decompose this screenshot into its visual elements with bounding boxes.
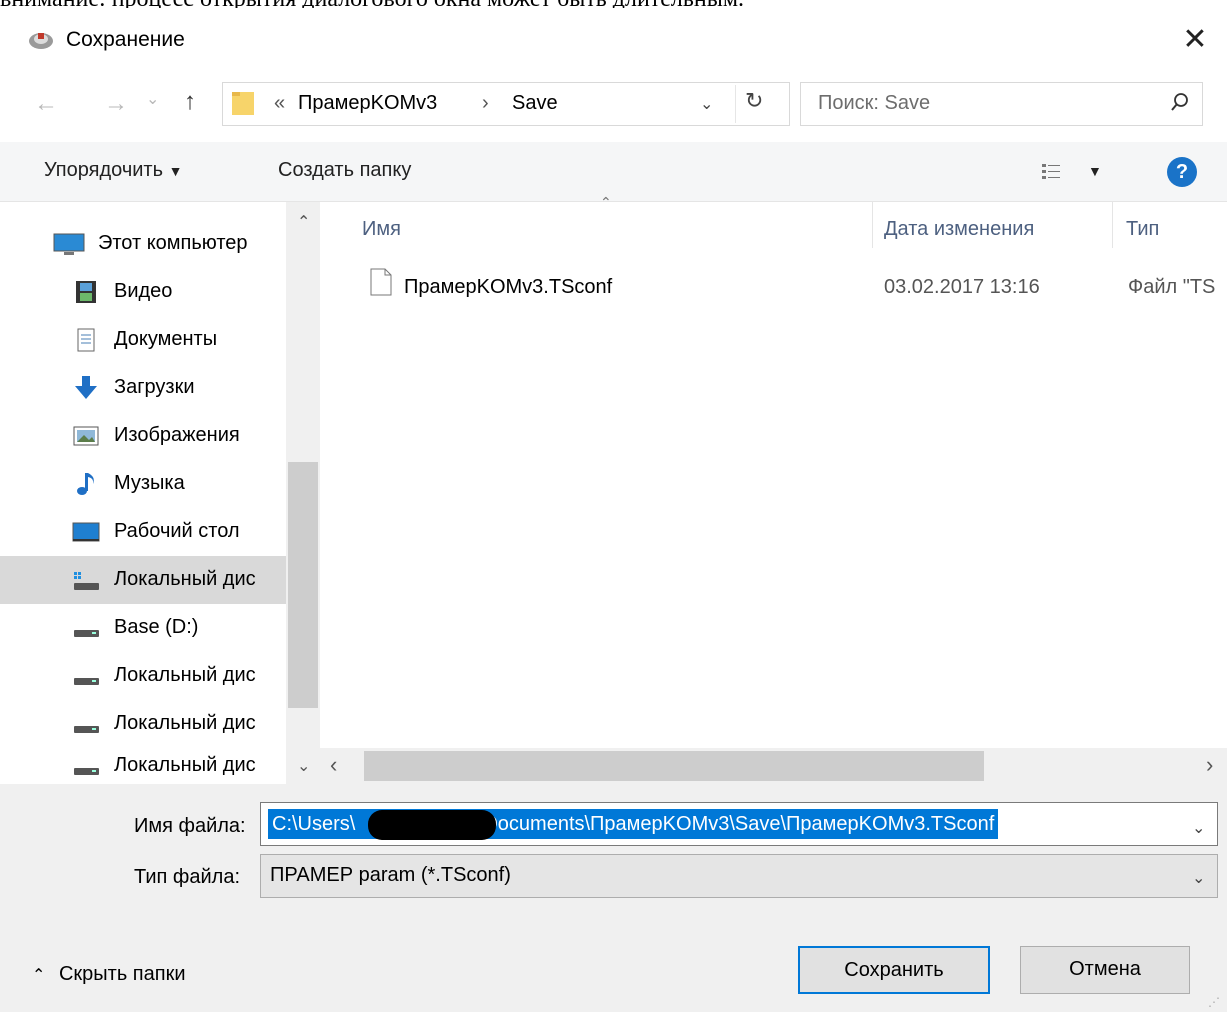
address-divider [735,85,736,123]
music-icon [77,473,94,495]
sidebar-item-base-d[interactable]: Base (D:) [0,606,286,650]
sidebar-item-pictures[interactable]: Изображения [0,414,286,458]
save-button[interactable]: Сохранить [798,946,990,994]
view-options-icon[interactable] [1040,162,1064,184]
drive-icon [74,726,99,733]
sidebar-item-label: Base (D:) [114,616,199,638]
column-divider[interactable] [1112,202,1113,248]
column-header-date[interactable]: Дата изменения [884,218,1034,241]
filename-label: Имя файла: [134,815,246,837]
sidebar-item-this-pc[interactable]: Этот компьютер [0,222,286,266]
video-icon [76,281,96,303]
back-arrow-icon[interactable]: ← [34,92,58,116]
system-drive-icon [74,572,99,590]
file-name[interactable]: ПрамерKOMv3.TSconf [404,276,612,299]
desktop-icon [72,522,100,542]
hide-folders-button[interactable]: ⌃ Скрыть папки [32,963,186,986]
address-dropdown-icon[interactable]: ⌄ [700,94,713,114]
sidebar-item-label: Локальный дис [114,754,256,776]
sort-indicator-icon: ⌃ [600,194,612,210]
up-arrow-icon[interactable]: ↑ [184,90,196,114]
refresh-icon[interactable]: ↻ [745,88,763,114]
file-type: Файл "TS [1128,276,1216,298]
filename-value-start: C:\Users\ [272,813,356,835]
column-divider[interactable] [872,202,873,248]
sidebar-item-label: Загрузки [114,376,195,398]
organize-button[interactable]: Упорядочить ▼ [44,159,182,182]
file-date: 03.02.2017 13:16 [884,276,1040,298]
drive-icon [74,768,99,775]
organize-label: Упорядочить [44,159,164,181]
hide-folders-label: Скрыть папки [58,963,186,985]
computer-icon [53,233,85,255]
sidebar-scroll-down-icon[interactable]: ⌄ [297,756,310,776]
search-icon[interactable] [1170,92,1190,112]
sidebar-item-music[interactable]: Музыка [0,462,286,506]
sidebar-item-label: Этот компьютер [98,232,248,254]
sidebar-item-label: Рабочий стол [114,520,240,542]
filename-dropdown-icon[interactable]: ⌄ [1192,818,1205,838]
sidebar-item-video[interactable]: Видео [0,270,286,314]
column-header-type[interactable]: Тип [1126,218,1159,241]
chevron-up-icon: ⌃ [32,967,46,984]
breadcrumb-separator[interactable]: › [482,92,489,115]
column-header-name[interactable]: Имя [362,218,401,241]
filelist-scrollbar-thumb[interactable] [364,751,984,781]
window-title: Сохранение [66,28,185,51]
sidebar-item-documents[interactable]: Документы [0,318,286,362]
sidebar-item-downloads[interactable]: Загрузки [0,366,286,410]
breadcrumb-prefix[interactable]: « [274,92,285,115]
sidebar-item-local-disk-4[interactable]: Локальный дис [0,744,286,784]
filetype-label: Тип файла: [134,866,240,888]
sidebar-scrollbar-thumb[interactable] [288,462,318,708]
drive-icon [74,678,99,685]
download-icon [75,376,97,399]
sidebar-item-label: Видео [114,280,173,302]
sidebar-item-local-disk-2[interactable]: Локальный дис [0,654,286,698]
forward-arrow-icon[interactable]: → [104,92,128,116]
search-placeholder: Поиск: Save [818,92,931,114]
drive-icon [74,630,99,637]
scroll-left-icon[interactable]: ‹ [330,752,337,778]
redaction-mark [368,810,496,840]
filetype-value: ПРАМЕР param (*.TSconf) [270,864,511,886]
filetype-dropdown-icon[interactable]: ⌄ [1192,868,1205,888]
sidebar-item-label: Документы [114,328,218,350]
app-icon [29,33,53,49]
breadcrumb-item-pramer[interactable]: ПрамерKOMv3 [298,92,437,115]
view-dropdown-icon[interactable]: ▼ [1088,163,1102,179]
pictures-icon [73,426,99,446]
scroll-right-icon[interactable]: › [1206,752,1213,778]
sidebar-scroll-up-icon[interactable]: ⌃ [297,212,310,232]
sidebar-item-label: Локальный дис [114,712,256,734]
folder-icon [232,92,254,115]
sidebar-item-desktop[interactable]: Рабочий стол [0,510,286,554]
filename-value-end: Documents\ПрамерKOMv3\Save\ПрамерKOMv3.T… [483,813,995,835]
new-folder-button[interactable]: Создать папку [278,159,411,182]
sidebar-item-label: Локальный дис [114,568,256,590]
sidebar-item-local-disk-c[interactable]: Локальный дис [0,556,286,604]
recent-locations-icon[interactable]: ⌄ [146,88,159,112]
sidebar-item-label: Музыка [114,472,185,494]
resize-grip-icon[interactable]: ⋰ [1208,995,1220,1009]
sidebar-item-local-disk-3[interactable]: Локальный дис [0,702,286,746]
sidebar-item-label: Локальный дис [114,664,256,686]
cancel-button[interactable]: Отмена [1020,946,1190,994]
close-icon[interactable]: ✕ [1180,25,1210,55]
breadcrumb-item-save[interactable]: Save [512,92,558,115]
sidebar-item-label: Изображения [114,424,240,446]
organize-dropdown-icon: ▼ [168,163,183,179]
help-icon[interactable]: ? [1167,157,1197,187]
documents-icon [77,328,95,352]
file-icon [370,268,392,296]
